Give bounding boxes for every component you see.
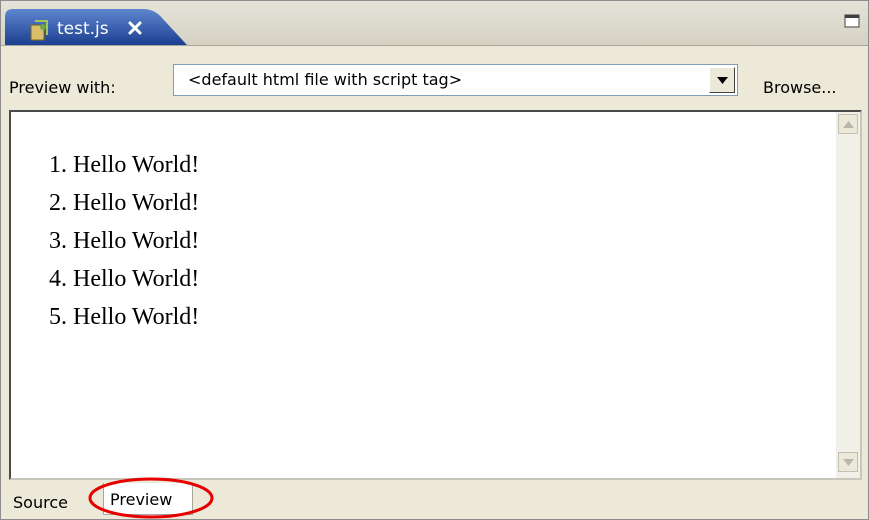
list-item-number: 3. xyxy=(49,228,67,254)
list-item-number: 4. xyxy=(49,266,67,292)
vertical-scrollbar[interactable] xyxy=(836,112,860,478)
list-item-text: Hello World! xyxy=(73,152,200,178)
chevron-down-icon xyxy=(843,459,854,466)
preview-file-select-value: <default html file with script tag> xyxy=(188,70,463,89)
list-item: 5. Hello World! xyxy=(49,298,199,336)
highlight-ellipse xyxy=(88,477,214,519)
preview-pane: 1. Hello World! 2. Hello World! 3. Hello… xyxy=(9,110,862,480)
list-item: 3. Hello World! xyxy=(49,222,199,260)
list-item: 1. Hello World! xyxy=(49,146,199,184)
list-item-number: 5. xyxy=(49,304,67,330)
preview-file-select[interactable]: <default html file with script tag> xyxy=(173,64,738,96)
editor-tab-strip: test.js xyxy=(1,1,868,46)
list-item-text: Hello World! xyxy=(73,228,200,254)
list-item-number: 2. xyxy=(49,190,67,216)
list-item-text: Hello World! xyxy=(73,190,200,216)
editor-tab-title: test.js xyxy=(57,19,109,39)
js-file-icon xyxy=(29,19,51,41)
scroll-up-button[interactable] xyxy=(838,114,858,134)
editor-tab-test-js[interactable]: test.js xyxy=(5,9,187,45)
tab-source[interactable]: Source xyxy=(13,489,68,515)
list-item-text: Hello World! xyxy=(73,266,200,292)
preview-list: 1. Hello World! 2. Hello World! 3. Hello… xyxy=(49,146,199,336)
editor-window: test.js Preview with: <default html file… xyxy=(0,0,869,520)
list-item: 2. Hello World! xyxy=(49,184,199,222)
close-icon[interactable] xyxy=(127,20,143,36)
scroll-down-button[interactable] xyxy=(838,452,858,472)
chevron-down-icon[interactable] xyxy=(709,67,735,93)
list-item-number: 1. xyxy=(49,152,67,178)
maximize-icon[interactable] xyxy=(844,13,860,29)
preview-toolbar: Preview with: <default html file with sc… xyxy=(1,46,868,108)
list-item-text: Hello World! xyxy=(73,304,200,330)
list-item: 4. Hello World! xyxy=(49,260,199,298)
browse-button[interactable]: Browse... xyxy=(763,78,837,97)
preview-with-label: Preview with: xyxy=(9,78,116,97)
chevron-up-icon xyxy=(843,121,854,128)
